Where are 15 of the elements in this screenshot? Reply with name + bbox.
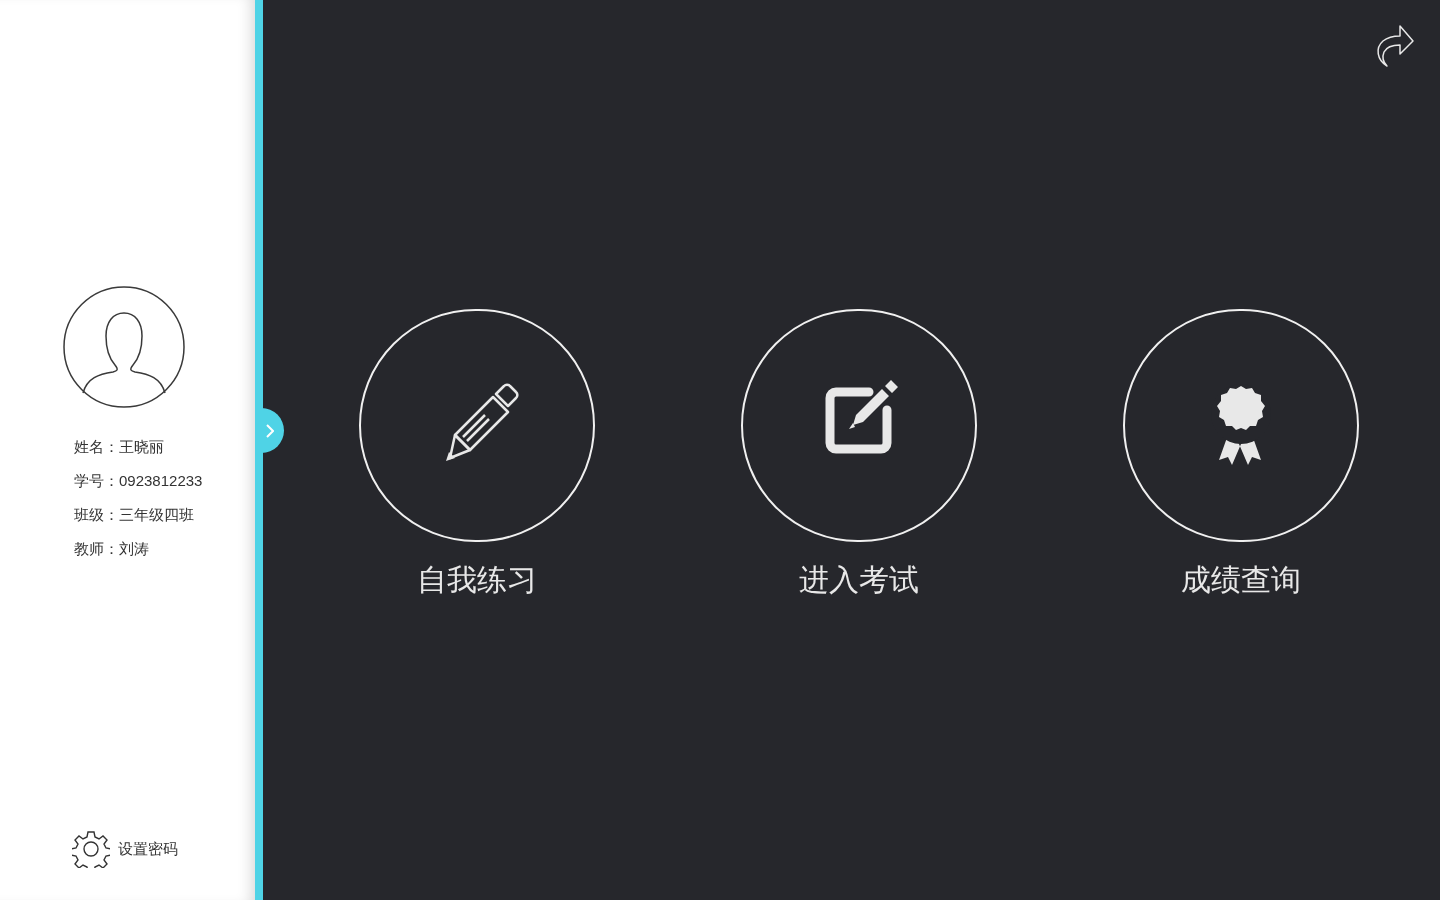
chevron-right-icon <box>265 423 274 438</box>
avatar-icon <box>63 286 185 408</box>
action-button[interactable] <box>1123 309 1359 542</box>
action-label: 进入考试 <box>799 562 919 598</box>
share-icon[interactable] <box>1375 22 1415 68</box>
action-label: 自我练习 <box>417 562 537 598</box>
action-label: 成绩查询 <box>1181 562 1301 598</box>
settings-icon <box>72 830 110 868</box>
action-button[interactable] <box>359 309 595 542</box>
profile-text: 教师：刘涛 <box>74 539 150 559</box>
profile-text: 学号：0923812233 <box>74 471 203 491</box>
set-password-link[interactable]: 设置密码 <box>72 830 178 868</box>
action-button[interactable] <box>741 309 977 542</box>
profile-text: 班级：三年级四班 <box>74 505 195 525</box>
profile-text: 姓名：王晓丽 <box>74 437 165 457</box>
